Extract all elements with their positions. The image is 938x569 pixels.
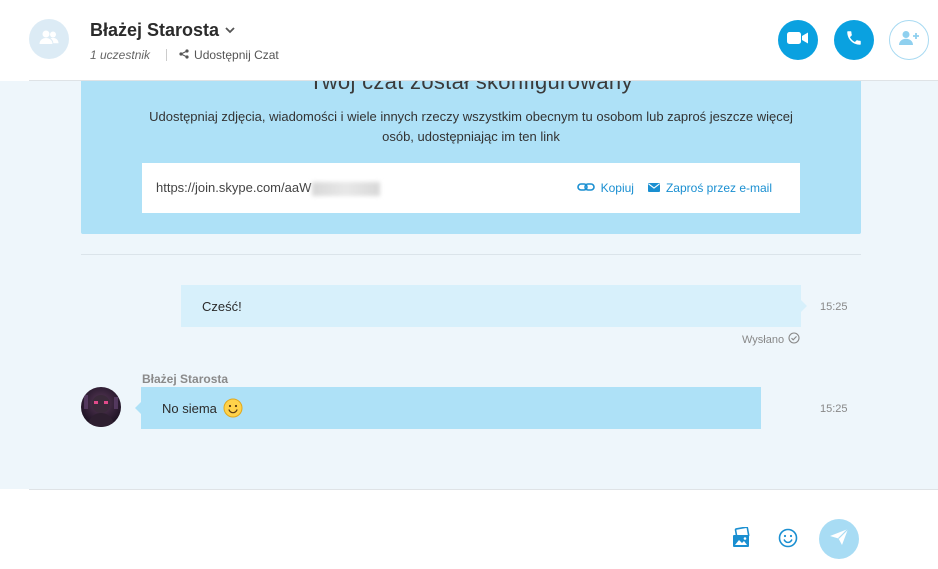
link-icon [576, 181, 595, 196]
image-icon [732, 525, 752, 554]
message-sender: Błażej Starosta [142, 372, 229, 386]
chat-header: Błażej Starosta 1 uczestnik Udostępnij C… [0, 0, 938, 80]
invite-link-actions: Kopiuj Zaproś przez e-mail [576, 181, 772, 196]
invite-link-box: https://join.skype.com/aaW Kopiuj Zaproś… [142, 163, 800, 213]
video-camera-icon [787, 31, 809, 50]
chevron-down-icon[interactable] [225, 24, 239, 38]
compose-bar [0, 490, 938, 569]
copy-link-label: Kopiuj [600, 181, 634, 195]
add-people-button[interactable] [889, 20, 929, 60]
message-time: 15:25 [820, 403, 848, 415]
add-person-icon [898, 30, 920, 51]
message-input[interactable] [40, 520, 700, 540]
chat-setup-card: Twój czat został skonfigurowany Udostępn… [81, 81, 861, 234]
message-time: 15:25 [820, 301, 848, 313]
message-text: Cześć! [202, 298, 242, 314]
phone-icon [845, 29, 863, 52]
subline-divider [166, 49, 168, 61]
envelope-icon [647, 181, 660, 195]
share-chat-label: Udostępnij Czat [194, 48, 279, 62]
message-text: No siema [162, 400, 217, 416]
share-chat-link[interactable]: Udostępnij Czat [179, 48, 279, 62]
chat-title-text: Błażej Starosta [90, 20, 220, 40]
avatar[interactable] [81, 387, 121, 427]
video-call-button[interactable] [778, 20, 818, 60]
message-status: Wysłano [742, 332, 800, 347]
invite-link-blurred [312, 181, 381, 196]
audio-call-button[interactable] [834, 20, 874, 60]
smiley-emoji-icon [223, 398, 243, 418]
send-icon [829, 528, 849, 551]
send-media-button[interactable] [730, 525, 754, 554]
invite-email-button[interactable]: Zaproś przez e-mail [647, 181, 772, 195]
chat-title[interactable]: Błażej Starosta [90, 20, 239, 41]
share-icon [179, 48, 189, 62]
group-icon [38, 29, 60, 50]
setup-heading: Twój czat został skonfigurowany [309, 81, 633, 94]
smiley-icon [778, 528, 798, 553]
incoming-message-bubble[interactable]: No siema [135, 387, 761, 429]
group-avatar[interactable] [29, 19, 69, 59]
invite-email-label: Zaproś przez e-mail [665, 181, 772, 195]
check-circle-icon [788, 332, 800, 347]
participant-count[interactable]: 1 uczestnik [90, 48, 150, 62]
conversation-divider [81, 254, 861, 255]
invite-link-text: https://join.skype.com/aaW [156, 180, 312, 196]
conversation-area[interactable]: Twój czat został skonfigurowany Udostępn… [0, 81, 938, 489]
invite-link-url[interactable]: https://join.skype.com/aaW [156, 180, 381, 196]
chat-subline: 1 uczestnik Udostępnij Czat [90, 48, 279, 62]
copy-link-button[interactable]: Kopiuj [576, 181, 634, 196]
message-status-label: Wysłano [742, 333, 785, 346]
send-message-button[interactable] [819, 519, 859, 559]
setup-description: Udostępniaj zdjęcia, wiadomości i wiele … [149, 109, 793, 144]
emoticons-button[interactable] [776, 528, 800, 552]
outgoing-message-bubble[interactable]: Cześć! [181, 285, 807, 327]
